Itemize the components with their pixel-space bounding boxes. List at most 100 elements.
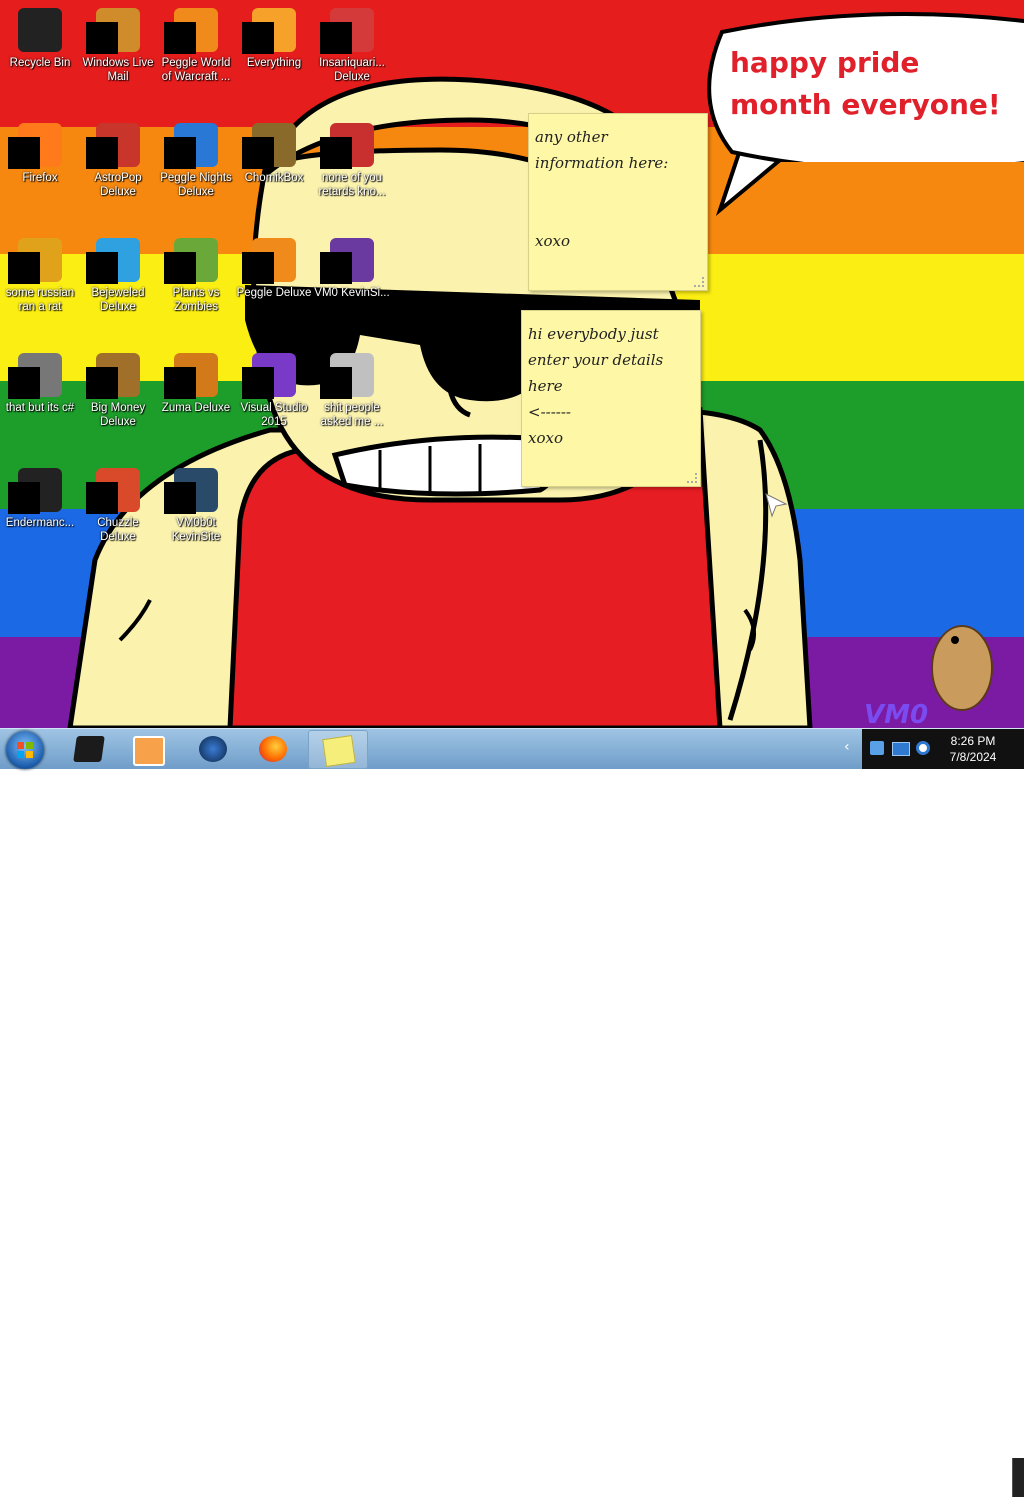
redaction-box	[320, 367, 352, 399]
taskbar-item-media-player[interactable]	[118, 730, 176, 767]
desktop-icon-label: Chuzzle Deluxe	[97, 517, 139, 543]
desktop-icon-label: Plants vs Zombies	[172, 287, 220, 313]
desktop-icon[interactable]: Big Money Deluxe	[78, 347, 158, 455]
desktop-icon[interactable]: Zuma Deluxe	[156, 347, 236, 455]
sticky-note[interactable]: hi everybody just enter your details her…	[521, 310, 701, 487]
redaction-box	[8, 482, 40, 514]
taskbar-item-sticky-notes[interactable]	[308, 730, 368, 769]
desktop-icon[interactable]: VM0b0t KevinSite	[156, 462, 236, 570]
volume-icon[interactable]	[916, 741, 930, 755]
redaction-box	[164, 482, 196, 514]
desktop-icon[interactable]: Firefox	[0, 117, 80, 225]
zuma-icon	[164, 353, 218, 399]
desktop-icon[interactable]: Chuzzle Deluxe	[78, 462, 158, 570]
desktop-icon[interactable]: shit people asked me ...	[312, 347, 392, 455]
desktop-icon[interactable]: Peggle Deluxe	[234, 232, 314, 340]
redaction-box	[8, 137, 40, 169]
redaction-box	[86, 137, 118, 169]
speech-bubble-text: happy pride month everyone!	[730, 46, 1001, 121]
resize-grip-icon[interactable]	[694, 277, 704, 287]
desktop-icon[interactable]: Peggle Nights Deluxe	[156, 117, 236, 225]
desktop-icon-label: ChomikBox	[244, 172, 304, 184]
desktop-icon[interactable]: VM0 KevinSi...	[312, 232, 392, 340]
mouse-cursor-icon	[765, 493, 788, 518]
redaction-box	[242, 367, 274, 399]
watermark-text: VM0	[864, 700, 929, 728]
redaction-box	[320, 252, 352, 284]
desktop-icon[interactable]: ChomikBox	[234, 117, 314, 225]
redaction-box	[320, 137, 352, 169]
taskbar-item-explorer[interactable]	[60, 730, 118, 767]
redaction-box	[164, 367, 196, 399]
chuzzle-icon	[86, 468, 140, 514]
desktop-icon[interactable]: that but its c#	[0, 347, 80, 455]
desktop-icon-label: none of you retards kno...	[318, 172, 386, 198]
desktop-icon-label: Endermanc...	[5, 517, 75, 529]
media-player-icon	[133, 736, 165, 766]
redaction-box	[320, 22, 352, 54]
folder-icon	[320, 353, 374, 399]
app-icon	[8, 238, 62, 284]
desktop-icon[interactable]: Everything	[234, 2, 314, 110]
desktop-icon[interactable]: some russian ran a rat	[0, 232, 80, 340]
redaction-box	[242, 137, 274, 169]
desktop-icon-label: AstroPop Deluxe	[94, 172, 142, 198]
start-button[interactable]	[6, 731, 44, 769]
desktop-icon[interactable]: AstroPop Deluxe	[78, 117, 158, 225]
desktop-icon-label: some russian ran a rat	[5, 287, 75, 313]
globe-icon	[199, 736, 227, 762]
visual-studio-icon	[242, 353, 296, 399]
network-icon[interactable]	[870, 741, 884, 755]
display-icon[interactable]	[892, 742, 910, 756]
desktop-icon[interactable]: none of you retards kno...	[312, 117, 392, 225]
show-desktop-button[interactable]	[1012, 1458, 1024, 1497]
search-icon	[242, 8, 296, 54]
sticky-note[interactable]: any other information here: xoxo	[528, 113, 708, 291]
redaction-box	[242, 252, 274, 284]
redaction-box	[164, 22, 196, 54]
desktop-icon-label: Windows Live Mail	[82, 57, 154, 83]
desktop-icon-label: Bejeweled Deluxe	[91, 287, 145, 313]
desktop-icon[interactable]: Plants vs Zombies	[156, 232, 236, 340]
redaction-box	[86, 482, 118, 514]
sticky-note-text[interactable]: hi everybody just enter your details her…	[528, 321, 694, 451]
gem-icon	[86, 238, 140, 284]
desktop-icon-label: VM0 KevinSi...	[314, 287, 390, 299]
redaction-box	[164, 137, 196, 169]
taskbar: ‹	[0, 728, 1024, 1497]
desktop-icon[interactable]: Windows Live Mail	[78, 2, 158, 110]
explorer-icon	[73, 736, 105, 762]
desktop-icon-label: Big Money Deluxe	[90, 402, 146, 428]
plant-icon	[164, 238, 218, 284]
desktop-icon[interactable]: Bejeweled Deluxe	[78, 232, 158, 340]
redaction-box	[242, 22, 274, 54]
sticky-note-text[interactable]: any other information here: xoxo	[535, 124, 701, 254]
astropop-icon	[86, 123, 140, 169]
taskbar-item-firefox[interactable]	[244, 730, 302, 767]
desktop-icon-label: Peggle World of Warcraft ...	[161, 57, 231, 83]
sticky-notes-icon	[322, 735, 356, 767]
desktop-icon-label: that but its c#	[5, 402, 75, 414]
hamster-image	[935, 620, 995, 710]
tray-overflow-button[interactable]: ‹	[844, 739, 850, 755]
clock-time[interactable]: 8:26 PM	[938, 734, 1008, 748]
peggle-nights-icon	[164, 123, 218, 169]
terminal-icon	[8, 468, 62, 514]
clock-date[interactable]: 7/8/2024	[938, 750, 1008, 764]
recycle-bin-icon	[18, 8, 62, 52]
desktop-icon[interactable]: Peggle World of Warcraft ...	[156, 2, 236, 110]
desktop: happy pride month everyone! VM0 Recycle …	[0, 0, 1024, 728]
redaction-box	[86, 22, 118, 54]
desktop-icon[interactable]: Recycle Bin	[0, 2, 80, 110]
desktop-icon[interactable]: Endermanc...	[0, 462, 80, 570]
peggle-icon	[164, 8, 218, 54]
desktop-icon-label: Visual Studio 2015	[240, 402, 308, 428]
redaction-box	[8, 367, 40, 399]
resize-grip-icon[interactable]	[687, 473, 697, 483]
desktop-icon-label: Insaniquari... Deluxe	[319, 57, 385, 83]
desktop-icon-label: Recycle Bin	[9, 57, 71, 69]
desktop-icon[interactable]: Insaniquari... Deluxe	[312, 2, 392, 110]
firefox-icon	[8, 123, 62, 169]
taskbar-item-globe[interactable]	[184, 730, 242, 767]
desktop-icon[interactable]: Visual Studio 2015	[234, 347, 314, 455]
